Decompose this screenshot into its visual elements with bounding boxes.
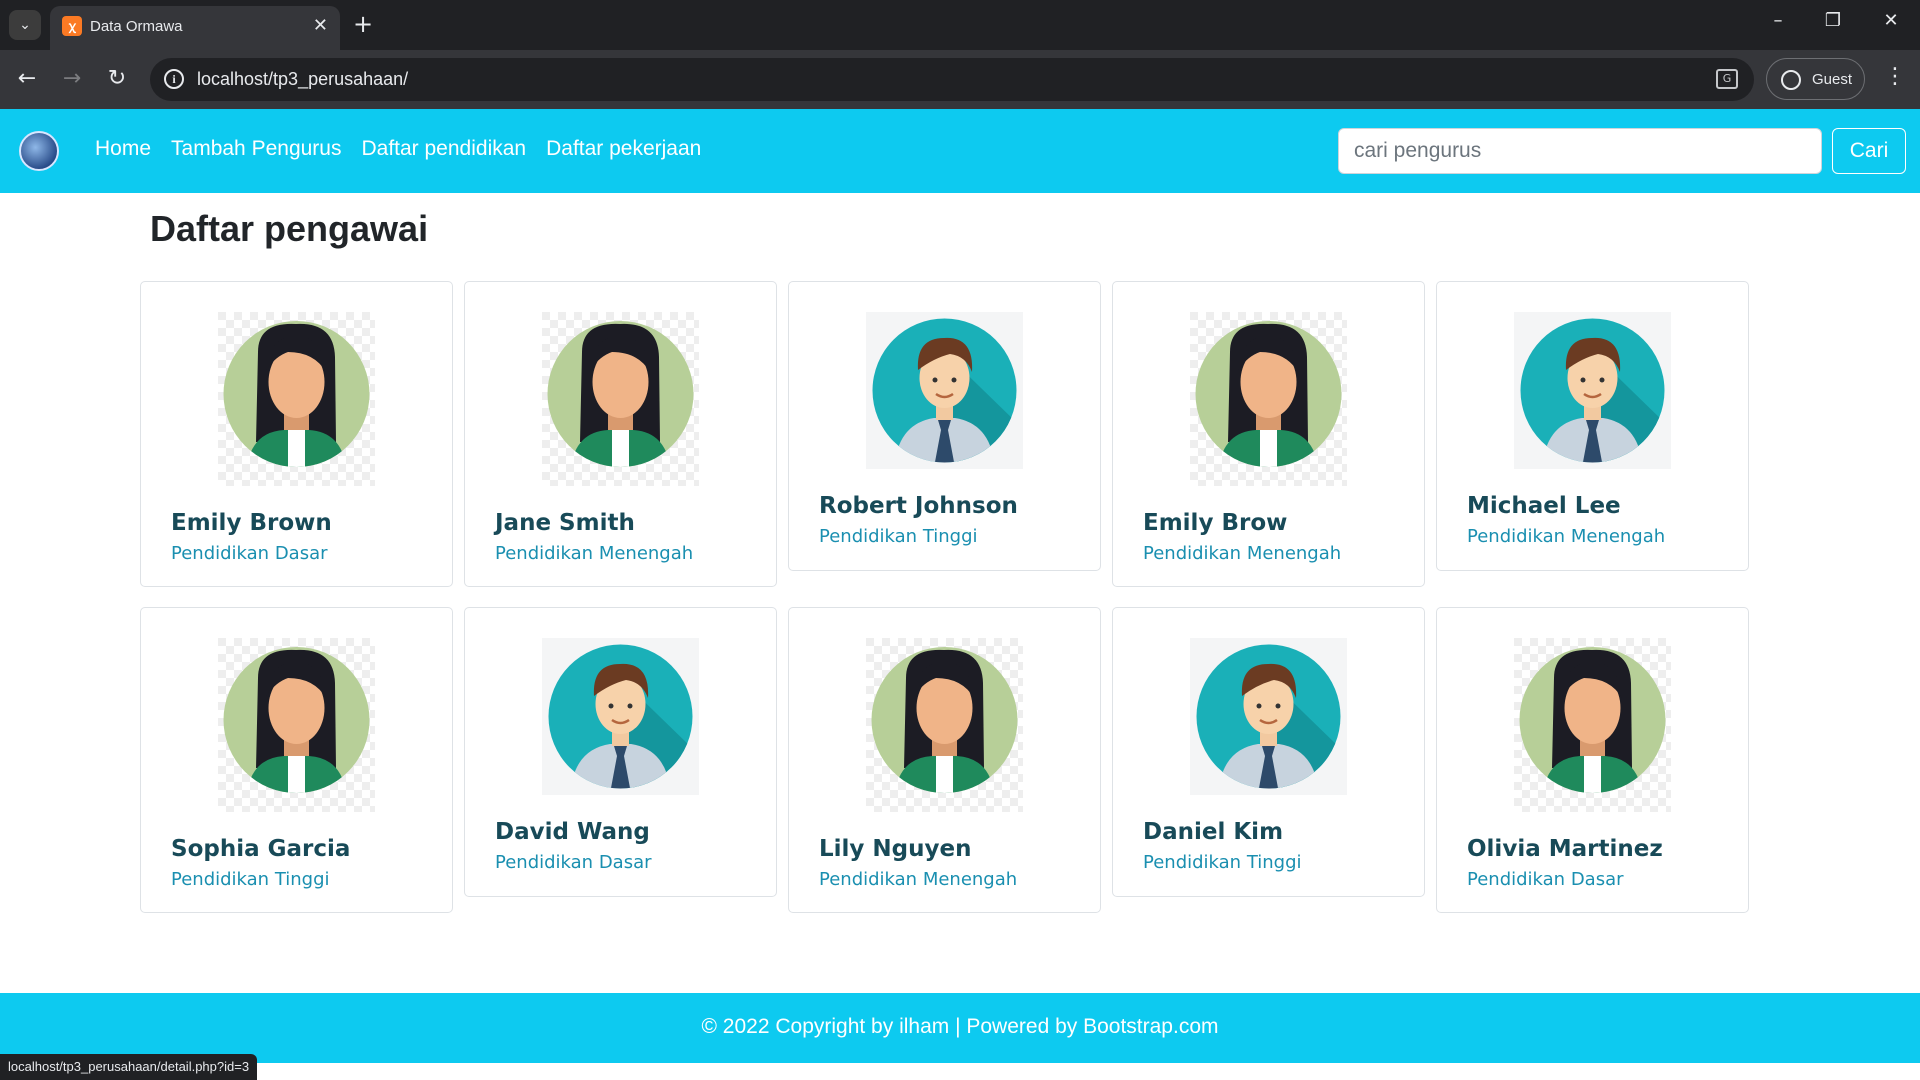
site-info-icon[interactable]: i [164,69,184,89]
close-tab-icon[interactable]: ✕ [313,15,328,36]
profile-label: Guest [1812,71,1853,88]
site-navbar: Home Tambah Pengurus Daftar pendidikan D… [0,109,1920,193]
employee-education: Pendidikan Tinggi [819,526,978,547]
more-menu-icon[interactable]: ⋮ [1884,64,1906,89]
person-icon [1781,70,1801,90]
nav-link-daftar-pekerjaan[interactable]: Daftar pekerjaan [546,137,701,161]
restore-icon[interactable]: ❐ [1813,10,1853,31]
nav-link-home[interactable]: Home [95,137,151,161]
status-bar-url: localhost/tp3_perusahaan/detail.php?id=3 [0,1054,258,1080]
tab-title: Data Ormawa [90,18,183,35]
new-tab-icon[interactable]: + [353,10,373,38]
employee-card[interactable]: David Wang Pendidikan Dasar [464,607,777,897]
browser-tab[interactable]: ꭓ Data Ormawa ✕ [50,6,340,50]
employee-card[interactable]: Daniel Kim Pendidikan Tinggi [1112,607,1425,897]
female-avatar-icon [1514,638,1671,812]
minimize-icon[interactable]: – [1758,10,1798,31]
employee-education: Pendidikan Dasar [495,852,652,873]
employee-education: Pendidikan Menengah [1143,543,1342,564]
site-footer: © 2022 Copyright by ilham | Powered by B… [0,993,1920,1063]
employee-card[interactable]: Olivia Martinez Pendidikan Dasar [1436,607,1749,913]
employee-education: Pendidikan Tinggi [171,869,330,890]
employee-name: Robert Johnson [819,493,1018,519]
female-avatar-icon [218,638,375,812]
tab-search-button[interactable]: ⌄ [9,10,41,40]
chevron-down-icon: ⌄ [19,17,31,33]
male-avatar-icon [1190,638,1347,795]
reload-icon[interactable]: ↻ [101,64,133,94]
employee-card[interactable]: Michael Lee Pendidikan Menengah [1436,281,1749,571]
back-arrow-icon[interactable]: ← [11,64,43,94]
employee-education: Pendidikan Dasar [171,543,328,564]
employee-name: Sophia Garcia [171,836,351,862]
translate-icon[interactable]: G [1716,69,1738,89]
browser-toolbar: ← → ↻ i localhost/tp3_perusahaan/ G Gues… [0,50,1920,109]
employee-name: Michael Lee [1467,493,1621,519]
female-avatar-icon [866,638,1023,812]
male-avatar-icon [1514,312,1671,469]
employee-education: Pendidikan Tinggi [1143,852,1302,873]
employee-card[interactable]: Emily Brow Pendidikan Menengah [1112,281,1425,587]
forward-arrow-icon[interactable]: → [56,64,88,94]
nav-link-daftar-pendidikan[interactable]: Daftar pendidikan [361,137,526,161]
employee-education: Pendidikan Menengah [1467,526,1666,547]
employee-card[interactable]: Jane Smith Pendidikan Menengah [464,281,777,587]
male-avatar-icon [542,638,699,795]
male-avatar-icon [866,312,1023,469]
female-avatar-icon [218,312,375,486]
employee-card[interactable]: Sophia Garcia Pendidikan Tinggi [140,607,453,913]
employee-education: Pendidikan Menengah [495,543,694,564]
employee-education: Pendidikan Menengah [819,869,1018,890]
employee-name: Daniel Kim [1143,819,1284,845]
employee-card[interactable]: Robert Johnson Pendidikan Tinggi [788,281,1101,571]
employee-name: Emily Brown [171,510,332,536]
employee-name: Olivia Martinez [1467,836,1663,862]
employee-name: Jane Smith [495,510,635,536]
female-avatar-icon [1190,312,1347,486]
search-button[interactable]: Cari [1832,128,1906,174]
employee-card[interactable]: Lily Nguyen Pendidikan Menengah [788,607,1101,913]
window-close-icon[interactable]: ✕ [1871,10,1911,31]
nav-links: Home Tambah Pengurus Daftar pendidikan D… [95,137,701,161]
search-input[interactable]: cari pengurus [1338,128,1822,174]
employee-name: Emily Brow [1143,510,1288,536]
browser-tab-bar: ⌄ ꭓ Data Ormawa ✕ + – ❐ ✕ [0,0,1920,50]
employee-name: Lily Nguyen [819,836,972,862]
profile-button[interactable]: Guest [1766,58,1865,100]
employee-card[interactable]: Emily Brown Pendidikan Dasar [140,281,453,587]
employee-education: Pendidikan Dasar [1467,869,1624,890]
footer-text: © 2022 Copyright by ilham | Powered by B… [701,1015,1219,1038]
page-title: Daftar pengawai [150,208,429,249]
xampp-favicon-icon: ꭓ [62,16,82,36]
brand-logo[interactable] [19,131,59,171]
nav-link-tambah-pengurus[interactable]: Tambah Pengurus [171,137,341,161]
employee-name: David Wang [495,819,650,845]
female-avatar-icon [542,312,699,486]
address-bar[interactable]: i localhost/tp3_perusahaan/ G [150,58,1754,101]
url-text[interactable]: localhost/tp3_perusahaan/ [197,69,408,90]
